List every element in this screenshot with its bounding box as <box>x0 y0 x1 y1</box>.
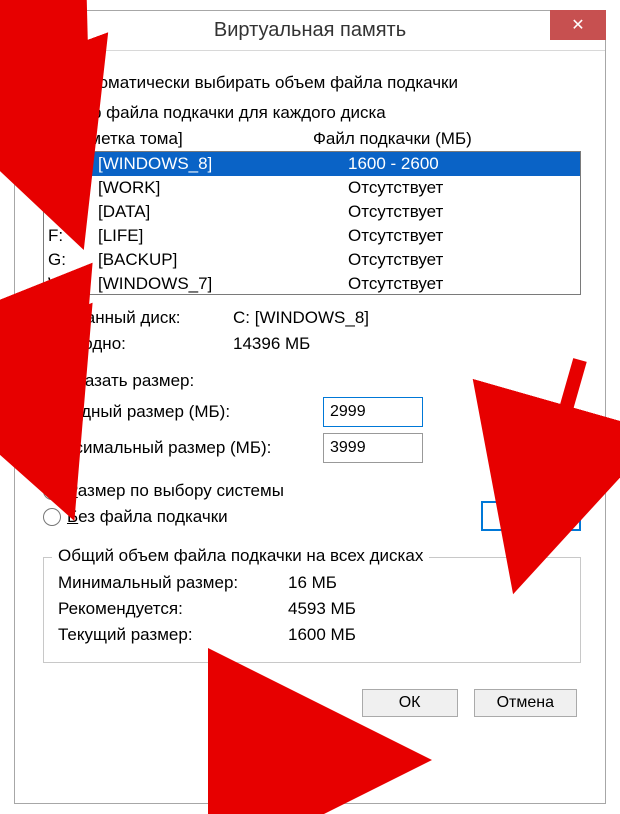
cur-size-label: Текущий размер: <box>58 622 288 648</box>
drive-label: [DATA] <box>98 200 348 224</box>
drive-letter: G: <box>48 248 98 272</box>
dialog-content: Автоматически выбирать объем файла подка… <box>15 51 605 733</box>
close-button[interactable]: ✕ <box>550 10 606 40</box>
drive-label: [WINDOWS_7] <box>98 272 348 295</box>
drive-row[interactable]: W:[WINDOWS_7]Отсутствует <box>44 272 580 295</box>
totals-groupbox: Общий объем файла подкачки на всех диска… <box>43 557 581 663</box>
rec-size-value: 4593 МБ <box>288 596 566 622</box>
drive-pagefile: Отсутствует <box>348 176 576 200</box>
virtual-memory-dialog: Виртуальная память ✕ Автоматически выбир… <box>14 10 606 804</box>
cur-size-value: 1600 МБ <box>288 622 566 648</box>
drive-row[interactable]: G:[BACKUP]Отсутствует <box>44 248 580 272</box>
initial-size-label: Исходный размер (МБ): <box>43 402 323 422</box>
drive-letter: F: <box>48 224 98 248</box>
max-size-input[interactable] <box>323 433 423 463</box>
window-title: Виртуальная память <box>15 19 605 42</box>
auto-manage-checkbox[interactable] <box>43 73 63 93</box>
drive-row[interactable]: C:[WINDOWS_8]1600 - 2600 <box>44 152 580 176</box>
drive-label: [WINDOWS_8] <box>98 152 348 176</box>
dialog-buttons: ОК Отмена <box>43 689 581 717</box>
titlebar: Виртуальная память ✕ <box>15 11 605 51</box>
drive-list-header: Диск [метка тома] Файл подкачки (МБ) <box>43 129 581 149</box>
drive-letter: C: <box>48 152 98 176</box>
header-drive: Диск [метка тома] <box>43 129 313 149</box>
rec-size-label: Рекомендуется: <box>58 596 288 622</box>
selected-drive-label: Выбранный диск: <box>43 305 233 331</box>
free-space-value: 14396 МБ <box>233 331 581 357</box>
close-icon: ✕ <box>571 15 584 35</box>
radio-custom-label: Указать размер: <box>67 371 194 391</box>
selected-drive-row: Выбранный диск: C: [WINDOWS_8] <box>43 305 581 331</box>
header-pagefile: Файл подкачки (МБ) <box>313 129 581 149</box>
radio-system-row: Размер по выбору системы <box>43 481 581 501</box>
auto-manage-label: Автоматически выбирать объем файла подка… <box>71 73 458 93</box>
drive-pagefile: Отсутствует <box>348 248 576 272</box>
initial-size-input[interactable] <box>323 397 423 427</box>
drive-row[interactable]: F:[LIFE]Отсутствует <box>44 224 580 248</box>
max-size-label: Максимальный размер (МБ): <box>43 438 323 458</box>
auto-manage-row: Автоматически выбирать объем файла подка… <box>43 73 581 93</box>
radio-custom-row: Указать размер: <box>43 371 581 391</box>
min-size-label: Минимальный размер: <box>58 570 288 596</box>
drive-pagefile: Отсутствует <box>348 272 576 295</box>
free-space-row: Свободно: 14396 МБ <box>43 331 581 357</box>
drive-pagefile: Отсутствует <box>348 200 576 224</box>
radio-custom-size[interactable] <box>43 372 61 390</box>
drive-pagefile: Отсутствует <box>348 224 576 248</box>
drive-letter: E: <box>48 200 98 224</box>
per-drive-label: Размер файла подкачки для каждого диска <box>43 103 581 123</box>
drive-label: [WORK] <box>98 176 348 200</box>
radio-system-label: Размер по выбору системы <box>67 481 284 501</box>
drive-letter: W: <box>48 272 98 295</box>
radio-none-label: Без файла подкачки <box>67 507 228 527</box>
initial-size-row: Исходный размер (МБ): <box>43 397 581 427</box>
drive-label: [LIFE] <box>98 224 348 248</box>
drive-label: [BACKUP] <box>98 248 348 272</box>
drive-row[interactable]: E:[DATA]Отсутствует <box>44 200 580 224</box>
totals-legend: Общий объем файла подкачки на всех диска… <box>52 546 429 566</box>
radio-no-pagefile[interactable] <box>43 508 61 526</box>
cancel-button[interactable]: Отмена <box>474 689 577 717</box>
free-space-label: Свободно: <box>43 331 233 357</box>
max-size-row: Максимальный размер (МБ): <box>43 433 581 463</box>
drive-list[interactable]: C:[WINDOWS_8]1600 - 2600D:[WORK]Отсутств… <box>43 151 581 295</box>
set-button[interactable]: Задать <box>481 501 581 531</box>
drive-pagefile: 1600 - 2600 <box>348 152 576 176</box>
drive-row[interactable]: D:[WORK]Отсутствует <box>44 176 580 200</box>
drive-letter: D: <box>48 176 98 200</box>
selected-drive-value: C: [WINDOWS_8] <box>233 305 581 331</box>
ok-button[interactable]: ОК <box>362 689 458 717</box>
min-size-value: 16 МБ <box>288 570 566 596</box>
radio-system-size[interactable] <box>43 482 61 500</box>
